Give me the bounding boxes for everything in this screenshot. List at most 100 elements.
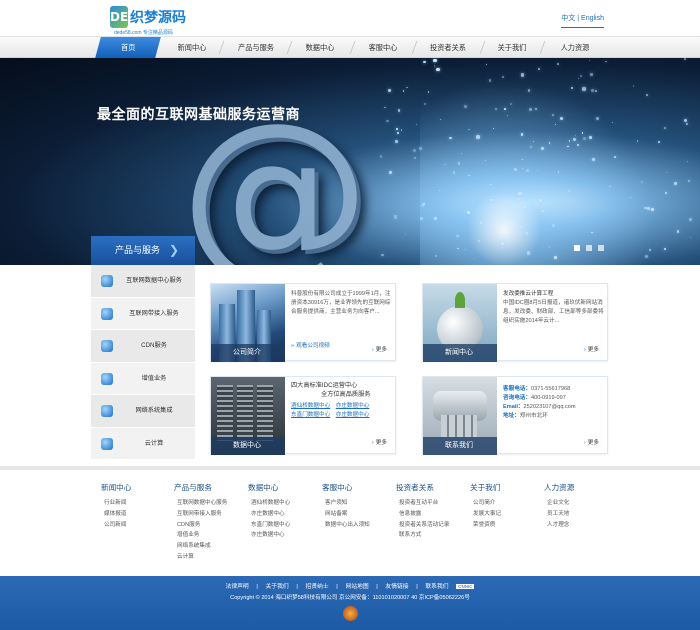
footer-link[interactable]: 互联网数据中心服务	[174, 498, 227, 509]
lang-chinese-link[interactable]: 中文	[561, 15, 575, 22]
datacenter-link[interactable]: 东直门数据中心	[291, 412, 330, 418]
footer-link[interactable]: 联系方式	[396, 530, 449, 541]
footer-column-about: 关于我们 公司简介 发展大事记 荣誉资质	[470, 482, 501, 530]
nav-hr[interactable]: 人力资源	[550, 37, 600, 58]
nav-products[interactable]: 产品与服务	[228, 37, 284, 58]
banner-pager-dot[interactable]	[598, 245, 604, 251]
datacenter-link[interactable]: 酒仙桥数据中心	[291, 403, 330, 409]
nav-service[interactable]: 客服中心	[358, 37, 408, 58]
footer-link[interactable]: 网络系统集成	[174, 541, 227, 552]
sidebar-item-vas[interactable]: 增值业务	[91, 362, 195, 395]
link-separator: |	[336, 584, 338, 590]
banner-pager-dot[interactable]	[574, 245, 581, 251]
datacenter-link[interactable]: 亦庄数据中心	[336, 403, 370, 409]
footer-link[interactable]: 信息披露	[396, 509, 449, 520]
banner-pager	[570, 245, 604, 253]
cnnic-badge[interactable]: CNNIC	[456, 584, 475, 589]
fiber-light-dot	[389, 170, 393, 174]
footer-link[interactable]: 媒体报道	[101, 509, 131, 520]
friend-links-link[interactable]: 友情链接	[385, 584, 408, 590]
fiber-light-dot	[396, 128, 399, 131]
footer-link[interactable]: 荣誉资质	[470, 520, 501, 531]
fiber-light-dot	[528, 89, 531, 92]
fiber-light-dot	[590, 88, 594, 92]
footer-link[interactable]: 投资者互动平台	[396, 498, 449, 509]
footer-link[interactable]: 亦庄数据中心	[248, 530, 290, 541]
consult-phone-value: 400-0919-097	[530, 395, 566, 401]
nav-home[interactable]: 首页	[95, 37, 161, 58]
contact-card: 联系我们 客服电话：0371-55617968 咨询电话：400-0919-09…	[422, 376, 608, 455]
cdn-icon	[101, 340, 113, 352]
site-logo[interactable]: DE 织梦源码 dede58.com 专注精品源码	[110, 6, 190, 36]
datacenter-more-link[interactable]: 更多	[372, 438, 387, 446]
nav-about[interactable]: 关于我们	[488, 37, 536, 58]
footer-link[interactable]: 发展大事记	[470, 509, 501, 520]
police-badge-icon[interactable]	[343, 606, 358, 621]
footer-column-title[interactable]: 数据中心	[248, 482, 290, 493]
footer-link[interactable]: 公司简介	[470, 498, 501, 509]
footer-link[interactable]: 投资者关系活动记录	[396, 520, 449, 531]
footer-link[interactable]: 酒仙桥数据中心	[248, 498, 290, 509]
contact-more-link[interactable]: 更多	[584, 438, 599, 446]
footer-column-title[interactable]: 人力资源	[544, 482, 574, 493]
fiber-light-dot	[663, 247, 666, 250]
footer-column-title[interactable]: 客服中心	[322, 482, 370, 493]
footer-link[interactable]: 网站备案	[322, 509, 370, 520]
legal-link[interactable]: 法律声明	[226, 584, 249, 590]
footer-link[interactable]: 企业文化	[544, 498, 574, 509]
footer-link[interactable]: 东直门数据中心	[248, 520, 290, 531]
footer-column-title[interactable]: 新闻中心	[101, 482, 131, 493]
datacenter-body: 四大高标准IDC运营中心 全方位高品质服务 酒仙桥数据中心 亦庄数据中心 东直门…	[291, 381, 393, 420]
fiber-light-dot	[434, 255, 437, 258]
footer-link[interactable]: 云计算	[174, 552, 227, 563]
footer-link[interactable]: 增值业务	[174, 530, 227, 541]
footer-link[interactable]: 公司新闻	[101, 520, 131, 531]
footer-link[interactable]: 员工天地	[544, 509, 574, 520]
footer-column-title[interactable]: 投资者关系	[396, 482, 449, 493]
sidebar-item-integration[interactable]: 网络系统集成	[91, 395, 195, 428]
footer-link[interactable]: 数据中心出入须知	[322, 520, 370, 531]
sidebar-item-label: 互联网带接入服务	[129, 309, 179, 317]
fiber-light-dot	[648, 248, 651, 251]
lang-english-link[interactable]: English	[581, 15, 604, 22]
footer-link[interactable]: CDN服务	[174, 520, 227, 531]
fiber-light-dot	[520, 73, 525, 77]
contact-link[interactable]: 联系我们	[425, 584, 448, 590]
footer-link[interactable]: 行业新闻	[101, 498, 131, 509]
fiber-light-dot	[595, 117, 599, 121]
footer-bottom: 法律声明 | 关于我们 | 招贤纳士 | 网站地图 | 友情链接 | 联系我们 …	[0, 576, 700, 630]
nav-datacenter[interactable]: 数据中心	[295, 37, 345, 58]
footer-link[interactable]: 人才理念	[544, 520, 574, 531]
sidebar-item-cloud[interactable]: 云计算	[91, 427, 195, 460]
sidebar-item-idc[interactable]: 互联网数据中心服务	[91, 265, 195, 298]
news-more-link[interactable]: 更多	[584, 345, 599, 353]
building-icon	[101, 405, 113, 417]
sidebar-item-access[interactable]: 互联网带接入服务	[91, 297, 195, 330]
footer-sitemap: 新闻中心 行业新闻 媒体报道 公司新闻 产品与服务 互联网数据中心服务 互联网带…	[0, 466, 700, 576]
fiber-light-dot	[523, 230, 527, 233]
datacenter-link[interactable]: 亦庄数据中心	[336, 412, 370, 418]
footer-column-title[interactable]: 产品与服务	[174, 482, 227, 493]
cloud-icon	[101, 372, 113, 385]
fiber-light-dot	[685, 122, 688, 126]
company-video-link[interactable]: 观看公司视频	[291, 341, 330, 349]
footer-column-title[interactable]: 关于我们	[470, 482, 501, 493]
footer-link[interactable]: 客户须知	[322, 498, 370, 509]
card-caption: 数据中心	[211, 437, 285, 455]
footer-link[interactable]: 亦庄数据中心	[248, 509, 290, 520]
nav-news[interactable]: 新闻中心	[166, 37, 218, 58]
email-value[interactable]: 252023107@qq.com	[524, 404, 576, 410]
sidebar-item-cdn[interactable]: CDN服务	[91, 330, 195, 363]
language-switcher: 中文 | English	[561, 13, 604, 28]
banner-pager-dot[interactable]	[586, 245, 593, 251]
news-headline[interactable]: 发改委推云计算工程	[503, 290, 605, 299]
nav-separator	[349, 41, 356, 54]
footer-link[interactable]: 互联网带接入服务	[174, 509, 227, 520]
fiber-light-dot	[590, 73, 593, 76]
company-more-link[interactable]: 更多	[372, 345, 387, 353]
about-link[interactable]: 关于我们	[266, 584, 289, 590]
fiber-light-dot	[456, 234, 459, 237]
nav-investor[interactable]: 投资者关系	[420, 37, 476, 58]
jobs-link[interactable]: 招贤纳士	[305, 584, 328, 590]
sitemap-link[interactable]: 网站地图	[345, 584, 368, 590]
